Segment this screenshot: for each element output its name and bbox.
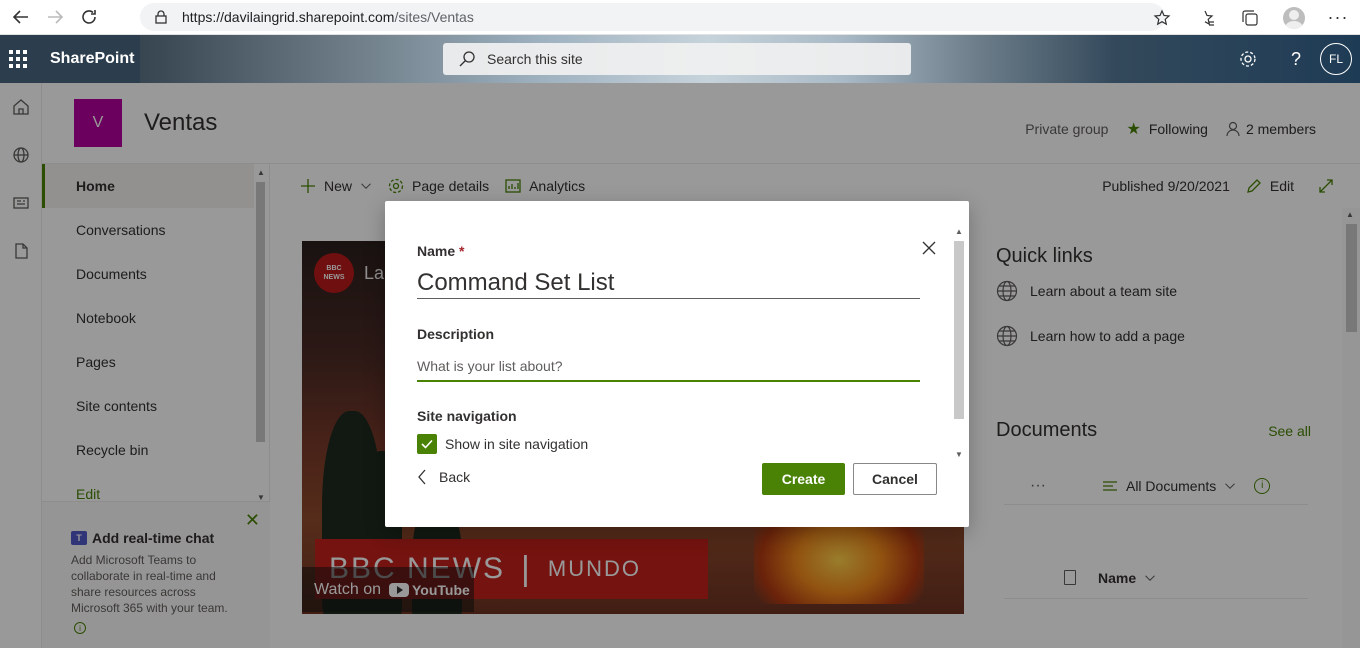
- search-icon: [459, 51, 475, 67]
- app-launcher-icon[interactable]: [0, 35, 36, 83]
- lock-icon: [155, 10, 167, 24]
- required-indicator: *: [459, 243, 465, 259]
- name-label-text: Name: [417, 243, 456, 259]
- browser-toolbar: https://davilaingrid.sharepoint.com/site…: [0, 0, 1360, 35]
- search-placeholder: Search this site: [487, 51, 583, 67]
- site-navigation-label: Site navigation: [417, 408, 517, 424]
- user-avatar[interactable]: FL: [1320, 43, 1352, 75]
- add-favorite-icon[interactable]: [1140, 3, 1184, 33]
- address-bar[interactable]: https://davilaingrid.sharepoint.com/site…: [140, 3, 1165, 31]
- collections-icon[interactable]: [1228, 3, 1272, 33]
- cancel-button[interactable]: Cancel: [853, 463, 937, 495]
- show-in-navigation-label[interactable]: Show in site navigation: [445, 436, 588, 452]
- chevron-left-icon: [418, 469, 426, 485]
- favorites-icon[interactable]: [1184, 3, 1228, 33]
- close-icon[interactable]: [920, 239, 938, 257]
- create-list-dialog: ▲▼ Name * Description Site navigation Sh…: [385, 201, 969, 527]
- list-name-input[interactable]: [417, 267, 920, 299]
- back-arrow-icon[interactable]: [4, 2, 38, 32]
- back-button[interactable]: Back: [417, 469, 470, 485]
- description-input[interactable]: [417, 352, 920, 382]
- checkmark-icon: [421, 439, 433, 449]
- suite-header: SharePoint Search this site ? FL: [0, 35, 1360, 83]
- back-label: Back: [439, 469, 471, 485]
- url-path: /sites/Ventas: [394, 9, 474, 25]
- create-button[interactable]: Create: [762, 463, 845, 495]
- site-search-input[interactable]: Search this site: [443, 43, 911, 75]
- profile-avatar[interactable]: [1272, 3, 1316, 33]
- description-field-label: Description: [417, 326, 495, 342]
- forward-arrow-icon[interactable]: [38, 2, 72, 32]
- suite-brand[interactable]: SharePoint: [50, 50, 134, 68]
- help-icon[interactable]: ?: [1272, 35, 1320, 83]
- dialog-scrollbar[interactable]: ▲ ▼: [952, 227, 966, 459]
- name-field-label: Name *: [417, 243, 464, 259]
- settings-gear-icon[interactable]: [1224, 35, 1272, 83]
- url-host: https://davilaingrid.sharepoint.com: [182, 9, 395, 25]
- show-in-navigation-checkbox[interactable]: [417, 434, 437, 454]
- more-menu-icon[interactable]: ···: [1316, 3, 1360, 33]
- show-in-navigation-row: Show in site navigation: [417, 434, 588, 454]
- refresh-icon[interactable]: [72, 2, 106, 32]
